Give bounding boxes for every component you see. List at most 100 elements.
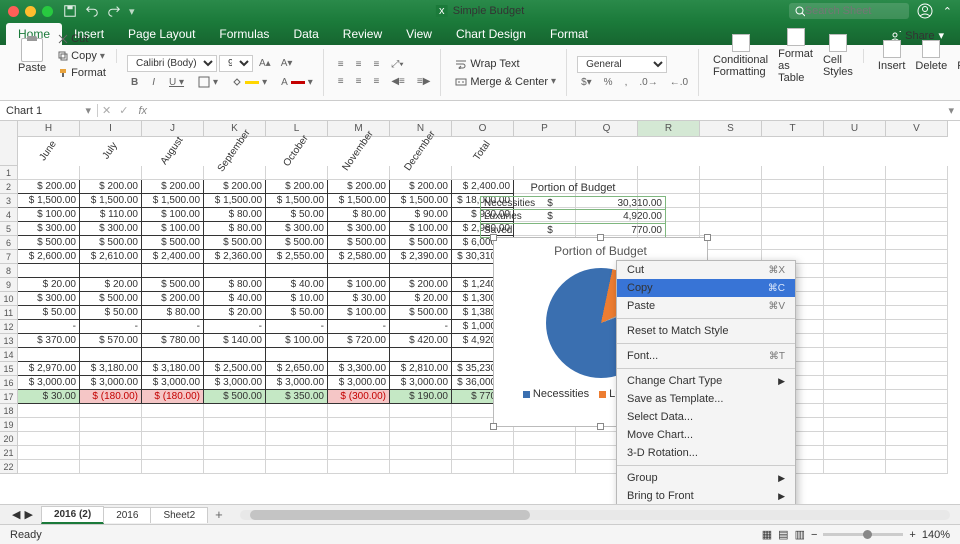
- cell[interactable]: $ 780.00: [142, 334, 204, 348]
- cell[interactable]: $ 2,810.00: [390, 362, 452, 376]
- cell[interactable]: $ 1,500.00: [266, 194, 328, 208]
- cell[interactable]: [700, 166, 762, 180]
- cell[interactable]: $ 1,500.00: [390, 194, 452, 208]
- resize-handle-sw[interactable]: [490, 423, 497, 430]
- tab-review[interactable]: Review: [331, 23, 394, 45]
- cell[interactable]: [328, 264, 390, 278]
- cell[interactable]: [886, 208, 948, 222]
- cell[interactable]: [886, 362, 948, 376]
- menu-item-select-data-[interactable]: Select Data...: [617, 408, 795, 426]
- cell[interactable]: [824, 432, 886, 446]
- cell[interactable]: $ 3,300.00: [328, 362, 390, 376]
- font-color-button[interactable]: A▾: [277, 75, 317, 90]
- col-header-V[interactable]: V: [886, 121, 948, 137]
- col-header-T[interactable]: T: [762, 121, 824, 137]
- cell[interactable]: [266, 348, 328, 362]
- cell[interactable]: $ (180.00): [80, 390, 142, 404]
- cell[interactable]: [886, 278, 948, 292]
- cell[interactable]: $ 3,000.00: [204, 376, 266, 390]
- resize-handle-ne[interactable]: [704, 234, 711, 241]
- cell[interactable]: [80, 348, 142, 362]
- font-name-select[interactable]: Calibri (Body): [127, 55, 217, 72]
- cell[interactable]: $ 500.00: [80, 236, 142, 250]
- cell[interactable]: $ 3,000.00: [142, 376, 204, 390]
- bold-button[interactable]: B: [127, 75, 142, 90]
- fx-icon[interactable]: fx: [132, 105, 153, 117]
- cell[interactable]: [204, 348, 266, 362]
- row-header-10[interactable]: 10: [0, 292, 18, 306]
- cell[interactable]: [266, 404, 328, 418]
- cell[interactable]: $ 2,360.00: [204, 250, 266, 264]
- cell[interactable]: [80, 432, 142, 446]
- comma-button[interactable]: ,: [621, 75, 632, 90]
- cell[interactable]: [204, 264, 266, 278]
- cell[interactable]: $ 1,500.00: [328, 194, 390, 208]
- cell[interactable]: [514, 460, 576, 474]
- cell[interactable]: [762, 208, 824, 222]
- cell-styles-button[interactable]: Cell Styles: [819, 32, 857, 80]
- cell[interactable]: [824, 166, 886, 180]
- zoom-level[interactable]: 140%: [922, 529, 950, 541]
- tab-format[interactable]: Format: [538, 23, 600, 45]
- cell[interactable]: $ 3,000.00: [390, 376, 452, 390]
- cell[interactable]: [762, 166, 824, 180]
- dec-decimal-button[interactable]: ←.0: [666, 75, 692, 90]
- cell[interactable]: [824, 250, 886, 264]
- cell[interactable]: [18, 432, 80, 446]
- fill-color-button[interactable]: ▾: [228, 75, 271, 90]
- cell[interactable]: $ 500.00: [390, 236, 452, 250]
- cell[interactable]: [886, 292, 948, 306]
- cell[interactable]: $ 20.00: [390, 292, 452, 306]
- cell[interactable]: $ 100.00: [18, 208, 80, 222]
- cell[interactable]: [514, 432, 576, 446]
- cell[interactable]: [390, 418, 452, 432]
- search-box[interactable]: [789, 3, 909, 19]
- cell[interactable]: [452, 432, 514, 446]
- scrollbar-thumb[interactable]: [250, 510, 530, 520]
- cell[interactable]: [80, 166, 142, 180]
- cell[interactable]: [390, 460, 452, 474]
- cell[interactable]: [142, 460, 204, 474]
- cell[interactable]: [266, 418, 328, 432]
- cell[interactable]: $ 3,180.00: [142, 362, 204, 376]
- cell[interactable]: [328, 446, 390, 460]
- cell[interactable]: $ 3,000.00: [18, 376, 80, 390]
- format-painter-button[interactable]: Format: [54, 65, 110, 81]
- cell[interactable]: $ 2,580.00: [328, 250, 390, 264]
- cell[interactable]: $ 200.00: [390, 278, 452, 292]
- cell[interactable]: $ 80.00: [204, 278, 266, 292]
- paste-button[interactable]: Paste: [12, 36, 52, 76]
- cell[interactable]: $ 370.00: [18, 334, 80, 348]
- menu-item-font-[interactable]: Font...⌘T: [617, 347, 795, 365]
- cell[interactable]: [824, 446, 886, 460]
- select-all-corner[interactable]: [0, 121, 18, 166]
- cell[interactable]: [762, 236, 824, 250]
- menu-item-bring-to-front[interactable]: Bring to Front▶: [617, 487, 795, 504]
- row-header-17[interactable]: 17: [0, 390, 18, 404]
- cell[interactable]: [266, 432, 328, 446]
- align-center-button[interactable]: ≡: [352, 74, 366, 89]
- col-header-R[interactable]: R: [638, 121, 700, 137]
- formula-expand-icon[interactable]: ▾: [942, 104, 960, 117]
- cell[interactable]: $ 50.00: [266, 306, 328, 320]
- cell[interactable]: -: [80, 320, 142, 334]
- horizontal-scrollbar[interactable]: [240, 510, 950, 520]
- cell[interactable]: -: [18, 320, 80, 334]
- cell[interactable]: $ 500.00: [142, 278, 204, 292]
- cell[interactable]: [80, 404, 142, 418]
- col-header-S[interactable]: S: [700, 121, 762, 137]
- cell[interactable]: $ 500.00: [266, 236, 328, 250]
- redo-icon[interactable]: [107, 4, 121, 18]
- row-header-11[interactable]: 11: [0, 306, 18, 320]
- cell[interactable]: [142, 404, 204, 418]
- number-format-select[interactable]: General: [577, 56, 667, 73]
- cell[interactable]: [824, 194, 886, 208]
- col-header-U[interactable]: U: [824, 121, 886, 137]
- tab-formulas[interactable]: Formulas: [207, 23, 281, 45]
- cell[interactable]: [824, 376, 886, 390]
- cell[interactable]: $ 100.00: [328, 278, 390, 292]
- row-header-5[interactable]: 5: [0, 222, 18, 236]
- conditional-formatting-button[interactable]: Conditional Formatting: [709, 32, 772, 80]
- cell[interactable]: [266, 166, 328, 180]
- fx-cancel-icon[interactable]: ✕: [98, 104, 115, 117]
